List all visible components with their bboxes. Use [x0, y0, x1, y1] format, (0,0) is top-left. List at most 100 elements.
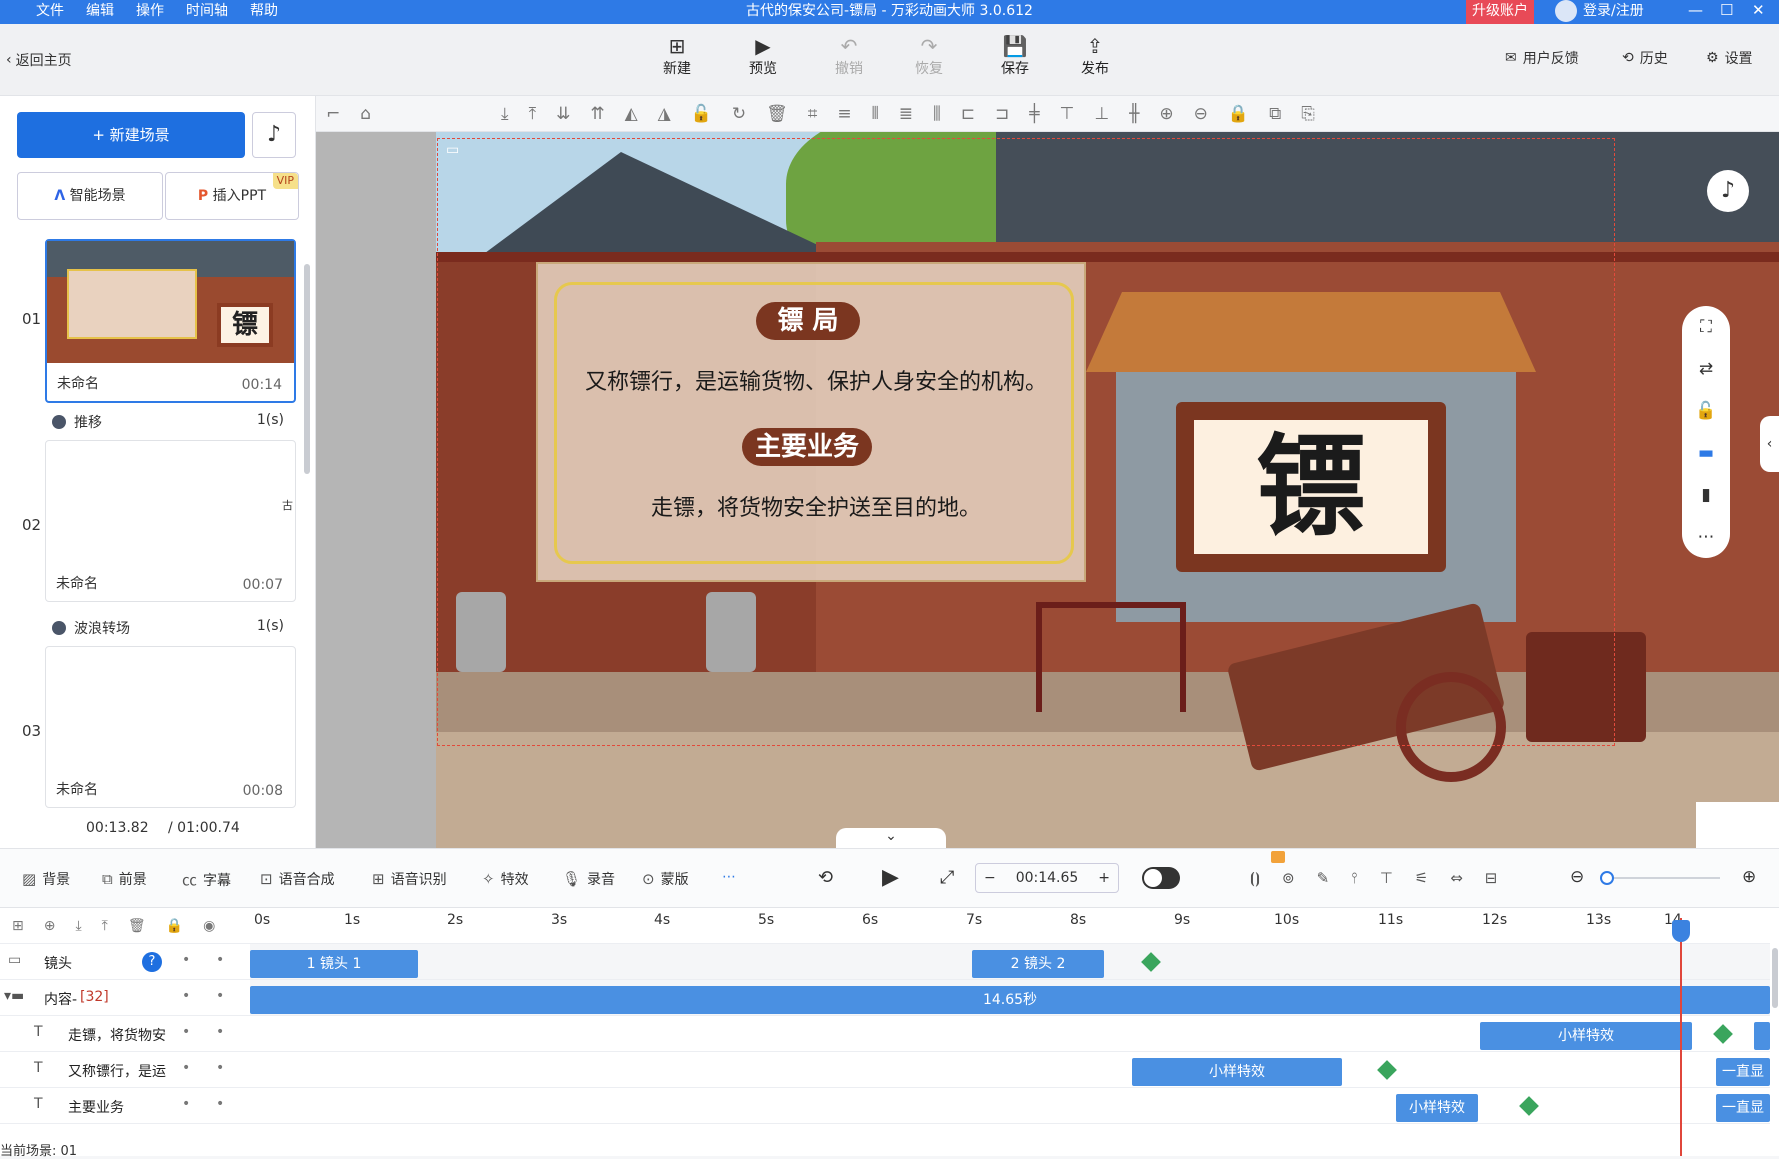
scene-card-03[interactable]: 未命名 00:08 — [45, 646, 296, 808]
dot-icon[interactable]: • — [216, 988, 224, 1004]
effect-clip[interactable]: 小样特效 — [1132, 1058, 1342, 1086]
camera-frame[interactable] — [437, 138, 1615, 746]
record-button[interactable]: 🎙 录音 — [562, 869, 615, 889]
copy-icon[interactable]: ⧉ — [1269, 104, 1281, 124]
track-camera[interactable]: 1 镜头 1 2 镜头 2 — [250, 944, 1770, 980]
keyframe-diamond-icon[interactable] — [1519, 1096, 1539, 1116]
center-h-icon[interactable]: ╪ — [1029, 104, 1039, 124]
asr-button[interactable]: ⊞ 语音识别 — [372, 869, 447, 889]
scene-card-01[interactable]: 镖 未命名 00:14 — [45, 239, 296, 403]
tail-clip[interactable] — [1754, 1022, 1770, 1050]
track-label-text1[interactable]: T 走镖，将货物安 • • — [0, 1016, 250, 1052]
minus-icon[interactable]: − — [984, 870, 996, 886]
camera-clip-1[interactable]: 1 镜头 1 — [250, 950, 418, 978]
transition-item[interactable]: 推移 1(s) — [52, 412, 296, 433]
track-content[interactable]: 14.65秒 — [250, 980, 1770, 1016]
home-icon[interactable]: ⌂ — [360, 104, 371, 124]
feedback-button[interactable]: ✉ 用户反馈 — [1505, 48, 1579, 68]
camera-switch-icon[interactable]: ⇄ — [1699, 359, 1713, 379]
group-icon[interactable]: ⌗ — [808, 104, 818, 124]
history-button[interactable]: ⟲ 历史 — [1622, 48, 1668, 68]
transition-item[interactable]: 波浪转场 1(s) — [52, 618, 296, 639]
top-edge-icon[interactable]: ⊤ — [1060, 104, 1075, 124]
delete-icon[interactable]: 🗑 — [766, 104, 788, 124]
distribute-h-icon[interactable]: ⫴ — [872, 104, 879, 124]
subtitle-button[interactable]: ㏄字幕 — [182, 869, 231, 890]
expand-down-icon[interactable]: ⌄ — [836, 828, 946, 848]
effect-clip[interactable]: 小样特效 — [1480, 1022, 1692, 1050]
layer-up-icon[interactable]: ⇈ — [590, 104, 604, 124]
edit-icon[interactable]: ✎ — [1317, 869, 1330, 887]
playhead[interactable] — [1680, 918, 1682, 1156]
snapshot-icon[interactable]: ⊚ — [1282, 869, 1295, 887]
dot-icon[interactable]: • — [182, 988, 190, 1004]
fit-width-icon[interactable]: ⇔ — [1450, 869, 1463, 887]
scene-card-02[interactable]: 古 未命名 00:07 — [45, 440, 296, 602]
play-icon[interactable]: ▶ — [882, 865, 899, 890]
screen-landscape-icon[interactable]: ▬ — [1698, 443, 1714, 463]
more-icon[interactable]: ⋯ — [1698, 527, 1715, 547]
zoom-in-icon[interactable]: ⊕ — [1159, 104, 1173, 124]
minimize-icon[interactable]: — — [1688, 0, 1703, 20]
track-label-text2[interactable]: T 又称镖行，是运 • • — [0, 1052, 250, 1088]
dot-icon[interactable]: • — [182, 1096, 190, 1112]
track-text3[interactable]: 小样特效 一直显 — [250, 1088, 1770, 1124]
dot-icon[interactable]: • — [216, 952, 224, 968]
smart-scene-button[interactable]: Λ 智能场景 — [17, 172, 163, 220]
playhead-handle[interactable] — [1672, 920, 1690, 942]
keyframe-diamond-icon[interactable] — [1377, 1060, 1397, 1080]
add-folder-icon[interactable]: ⊞ — [12, 918, 24, 934]
content-clip[interactable]: 14.65秒 — [250, 986, 1770, 1014]
back-home-button[interactable]: ‹ 返回主页 — [6, 50, 72, 70]
paste-icon[interactable]: ⎘ — [1301, 104, 1315, 124]
align-center-icon[interactable]: ≡ — [837, 104, 851, 124]
effect-clip[interactable]: 小样特效 — [1396, 1094, 1478, 1122]
move-up-icon[interactable]: ⤒ — [102, 918, 108, 934]
tts-button[interactable]: ⊡ 语音合成 — [260, 869, 335, 889]
always-show-clip[interactable]: 一直显 — [1716, 1094, 1770, 1122]
track-text1[interactable]: 小样特效 — [250, 1016, 1770, 1052]
flip-icon[interactable]: ◭ — [625, 104, 638, 124]
zoom-out-icon[interactable]: ⊖ — [1194, 104, 1208, 124]
login-button[interactable]: 登录/注册 — [1555, 0, 1644, 22]
fit-screen-icon[interactable]: ⛶ — [1700, 317, 1712, 337]
zoom-slider-thumb[interactable] — [1600, 871, 1614, 885]
eye-icon[interactable]: ◉ — [203, 918, 215, 934]
align-top-icon[interactable]: ⤒ — [529, 104, 537, 124]
move-down-icon[interactable]: ⤓ — [75, 918, 81, 934]
always-show-clip[interactable]: 一直显 — [1716, 1058, 1770, 1086]
format-painter-icon[interactable]: ⌐ — [326, 104, 340, 124]
collapse-right-icon[interactable]: ‹ — [1760, 416, 1779, 472]
align-bottom-icon[interactable]: ⤓ — [501, 104, 509, 124]
preview-button[interactable]: ▶ 预览 — [733, 34, 793, 78]
new-scene-button[interactable]: + 新建场景 — [17, 112, 245, 158]
new-layer-icon[interactable]: ⊕ — [44, 918, 56, 934]
align-middle-icon[interactable]: ≣ — [899, 104, 913, 124]
time-ruler[interactable]: 0s 1s 2s 3s 4s 5s 6s 7s 8s 9s 10s 11s 12… — [250, 908, 1770, 944]
plus-icon[interactable]: + — [1098, 870, 1110, 886]
scene-scrollbar[interactable] — [304, 264, 310, 474]
stage-canvas[interactable]: 镖 镖 局 又称镖行，是运输货物、保护人身安全的机构。 主要业务 走镖，将货物安… — [436, 132, 1779, 848]
split-icon[interactable]: ⫯ — [1351, 869, 1358, 887]
mini-preview[interactable] — [1696, 802, 1779, 848]
unlock-icon[interactable]: 🔒 — [1228, 104, 1249, 124]
undo-button[interactable]: ↶ 撤销 — [819, 34, 879, 78]
camera-clip-2[interactable]: 2 镜头 2 — [972, 950, 1104, 978]
dot-icon[interactable]: • — [182, 1060, 190, 1076]
zoom-in-icon[interactable]: ⊕ — [1742, 867, 1756, 887]
track-label-content[interactable]: ▾▬ 内容- [32] • • — [0, 980, 250, 1016]
center-v-icon[interactable]: ╫ — [1129, 104, 1139, 124]
lock-icon[interactable]: 🔓 — [691, 104, 712, 124]
settings-button[interactable]: ⚙ 设置 — [1706, 48, 1753, 68]
more-tools-icon[interactable]: ⋯ — [722, 869, 736, 885]
screen-portrait-icon[interactable]: ▮ — [1701, 485, 1710, 505]
replay-icon[interactable]: ⟲ — [818, 867, 833, 888]
effects-button[interactable]: ✧ 特效 — [482, 869, 529, 889]
distribute-v-icon[interactable]: ⫼ — [933, 104, 941, 124]
music-icon[interactable]: ♪ — [252, 112, 296, 158]
delete-icon[interactable]: 🗑 — [128, 918, 146, 934]
lock-icon[interactable]: 🔓 — [1695, 401, 1716, 421]
track-text2[interactable]: 小样特效 一直显 — [250, 1052, 1770, 1088]
time-value[interactable]: 00:14.65 — [1016, 870, 1079, 886]
dot-icon[interactable]: • — [182, 952, 190, 968]
